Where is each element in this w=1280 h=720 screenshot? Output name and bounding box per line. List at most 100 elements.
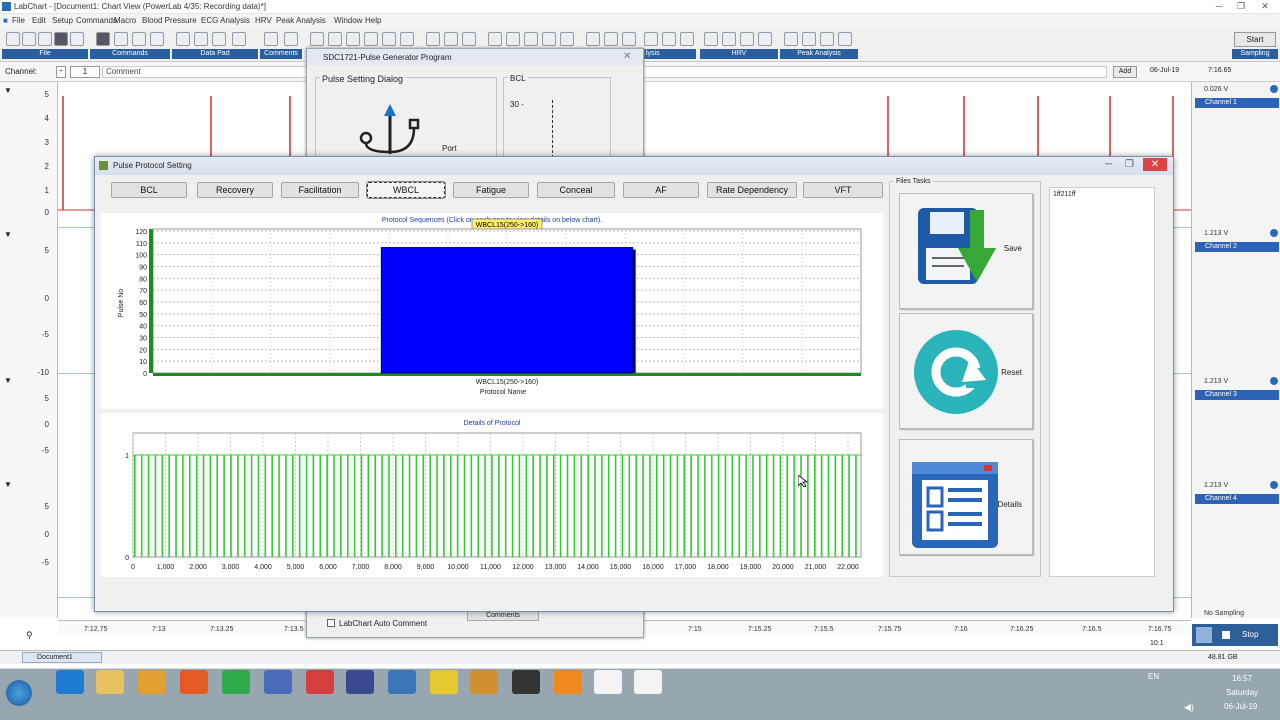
menu-macro[interactable]: Macro <box>114 16 136 25</box>
tab-wbcl[interactable]: WBCL <box>366 181 446 199</box>
tab-fatigue[interactable]: Fatigue <box>453 182 529 198</box>
print-icon[interactable] <box>54 32 68 46</box>
app-red-icon[interactable] <box>306 670 334 694</box>
save-icon[interactable] <box>38 32 52 46</box>
tab-conceal[interactable]: Conceal <box>537 182 615 198</box>
layout-icon[interactable] <box>444 32 458 46</box>
minimize-icon[interactable]: ─ <box>1208 1 1230 12</box>
hrv-3-icon[interactable] <box>740 32 754 46</box>
analysis-4-icon[interactable] <box>542 32 556 46</box>
peak-2-icon[interactable] <box>802 32 816 46</box>
protocol-file-list[interactable]: 1ff211ff <box>1049 187 1155 577</box>
dialog-minimize-icon[interactable]: ─ <box>1105 159 1112 170</box>
binoculars-icon[interactable] <box>96 32 110 46</box>
hrv-add-icon[interactable] <box>758 32 772 46</box>
file-explorer-icon[interactable] <box>96 670 124 694</box>
sb-icon[interactable] <box>594 670 622 694</box>
tab-rate-dependency[interactable]: Rate Dependency <box>707 182 797 198</box>
datapad-view-icon[interactable] <box>212 32 226 46</box>
analysis-11-icon[interactable] <box>680 32 694 46</box>
auto-comment-checkbox[interactable] <box>327 619 335 627</box>
refresh-icon[interactable] <box>132 32 146 46</box>
marker-icon[interactable] <box>114 32 128 46</box>
analysis-3-icon[interactable] <box>524 32 538 46</box>
labchart-icon[interactable] <box>388 670 416 694</box>
datapad-icon[interactable] <box>176 32 190 46</box>
info-icon[interactable] <box>1270 85 1278 93</box>
app-orange-icon[interactable] <box>554 670 582 694</box>
comment-add-icon[interactable] <box>264 32 278 46</box>
peak-1-icon[interactable] <box>784 32 798 46</box>
channel-spinner[interactable]: ÷ <box>56 66 66 78</box>
scope-view-icon[interactable] <box>328 32 342 46</box>
sdc-close-icon[interactable]: ✕ <box>623 51 631 62</box>
dialog-close-icon[interactable]: ✕ <box>1143 158 1167 171</box>
analysis-10-icon[interactable] <box>662 32 676 46</box>
sb-daq-icon[interactable] <box>634 670 662 694</box>
analysis-5-icon[interactable] <box>560 32 574 46</box>
analysis-1-icon[interactable] <box>488 32 502 46</box>
menu-help[interactable]: Help <box>365 16 381 25</box>
tab-facilitation[interactable]: Facilitation <box>281 182 359 198</box>
datapad-add-icon[interactable] <box>194 32 208 46</box>
ch4-collapse-icon[interactable]: ▼ <box>4 480 12 489</box>
start-button[interactable]: Start <box>1234 32 1276 47</box>
analysis-8-icon[interactable] <box>622 32 636 46</box>
firefox-icon[interactable] <box>180 670 208 694</box>
tab-vft[interactable]: VFT <box>803 182 883 198</box>
info-icon[interactable] <box>1270 377 1278 385</box>
channel-2-chip[interactable]: Channel 2 <box>1195 242 1279 252</box>
tab-recovery[interactable]: Recovery <box>197 182 273 198</box>
table-icon[interactable] <box>462 32 476 46</box>
add-comment-button[interactable]: Add <box>1113 66 1137 78</box>
analysis-7-icon[interactable] <box>604 32 618 46</box>
analysis-2-icon[interactable] <box>506 32 520 46</box>
media-player-icon[interactable] <box>138 670 166 694</box>
lock-icon[interactable]: ⚲ <box>26 630 33 641</box>
hrv-person-icon[interactable] <box>722 32 736 46</box>
bcl-slider[interactable] <box>552 100 556 158</box>
menu-hrv[interactable]: HRV <box>255 16 272 25</box>
menu-ecg-analysis[interactable]: ECG Analysis <box>201 16 250 25</box>
spectrum-icon[interactable] <box>382 32 396 46</box>
language-indicator[interactable]: EN <box>1148 672 1159 681</box>
zoom-view-icon[interactable] <box>346 32 360 46</box>
ch2-collapse-icon[interactable]: ▼ <box>4 230 12 239</box>
protocol-sequences-chart[interactable]: Protocol Sequences (Click on each one to… <box>101 213 883 409</box>
channel-select[interactable]: 1 <box>70 66 100 78</box>
app-a-icon[interactable] <box>264 670 292 694</box>
maximize-icon[interactable]: ❐ <box>1230 1 1252 12</box>
close-icon[interactable]: ✕ <box>1254 1 1276 12</box>
open-icon[interactable] <box>22 32 36 46</box>
menu-file[interactable]: File <box>12 16 25 25</box>
menu-edit[interactable]: Edit <box>32 16 46 25</box>
app-t-icon[interactable] <box>430 670 458 694</box>
stop-button[interactable]: Stop <box>1242 630 1258 639</box>
menu-peak-analysis[interactable]: Peak Analysis <box>276 16 326 25</box>
export-icon[interactable] <box>70 32 84 46</box>
xy-view-icon[interactable] <box>400 32 414 46</box>
channel-3-chip[interactable]: Channel 3 <box>1195 390 1279 400</box>
scope-icon[interactable] <box>1196 627 1212 643</box>
datapad-settings-icon[interactable] <box>232 32 246 46</box>
menu-commands[interactable]: Commands <box>76 16 117 25</box>
ch3-collapse-icon[interactable]: ▼ <box>4 376 12 385</box>
ie-icon[interactable] <box>56 670 84 694</box>
grid-icon[interactable] <box>426 32 440 46</box>
chart-view-icon[interactable] <box>310 32 324 46</box>
ch1-collapse-icon[interactable]: ▼ <box>4 86 12 95</box>
channel-4-chip[interactable]: Channel 4 <box>1195 494 1279 504</box>
analysis-6-icon[interactable] <box>586 32 600 46</box>
menu-window[interactable]: Window <box>334 16 362 25</box>
new-doc-icon[interactable] <box>6 32 20 46</box>
protocol-details-chart[interactable]: Details of Protocol 0 1,000 2,000 3,000 4,000… <box>101 413 883 577</box>
menu-blood-pressure[interactable]: Blood Pressure <box>142 16 197 25</box>
peak-3-icon[interactable] <box>820 32 834 46</box>
volume-icon[interactable]: ◀) <box>1184 702 1194 713</box>
info-icon[interactable] <box>1270 481 1278 489</box>
app-7-icon[interactable] <box>470 670 498 694</box>
search-icon[interactable] <box>364 32 378 46</box>
list-item[interactable]: 1ff211ff <box>1053 191 1076 198</box>
chrome-icon[interactable] <box>222 670 250 694</box>
dialog-maximize-icon[interactable]: ❐ <box>1125 159 1134 170</box>
